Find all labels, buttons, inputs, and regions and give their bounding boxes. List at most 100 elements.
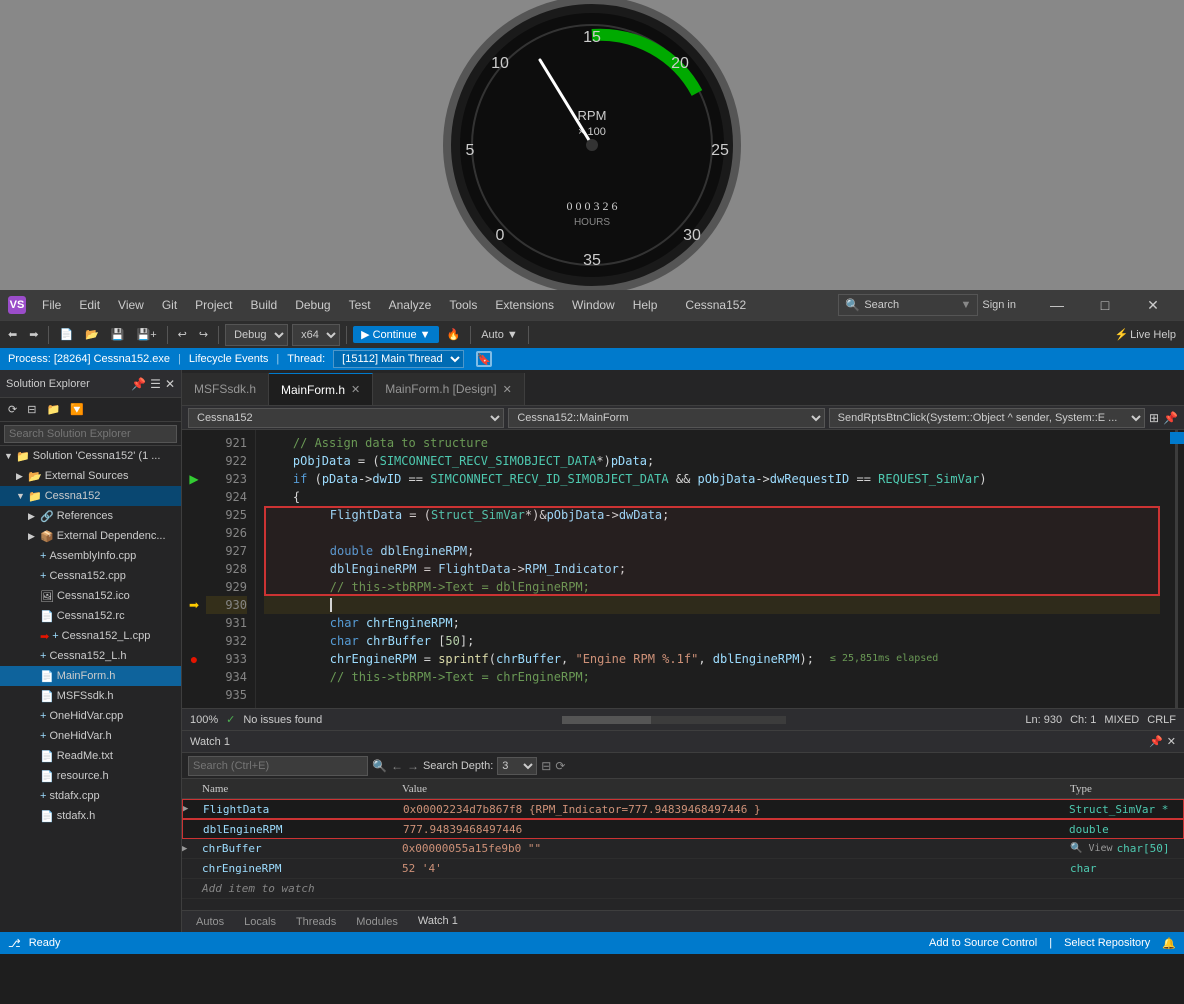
- signin-button[interactable]: Sign in: [982, 299, 1016, 311]
- tree-stdafx-h[interactable]: ▶ 📄 stdafx.h: [0, 806, 181, 826]
- tree-external-sources[interactable]: ▶ 📂 External Sources: [0, 466, 181, 486]
- menu-build[interactable]: Build: [243, 293, 286, 317]
- minimize-button[interactable]: —: [1034, 290, 1080, 320]
- tab-watch1[interactable]: Watch 1: [408, 911, 468, 933]
- maximize-button[interactable]: □: [1082, 290, 1128, 320]
- live-help-button[interactable]: ⚡ Live Help: [1110, 324, 1180, 346]
- thread-icon[interactable]: 🔖: [476, 351, 492, 367]
- menu-git[interactable]: Git: [154, 293, 185, 317]
- class-select[interactable]: Cessna152: [188, 408, 504, 428]
- notification-icon[interactable]: 🔔: [1162, 937, 1176, 950]
- tree-resource-h[interactable]: ▶ 📄 resource.h: [0, 766, 181, 786]
- arch-select[interactable]: x64: [292, 324, 340, 346]
- tree-cessna-lcpp[interactable]: ▶ ➡ + Cessna152_L.cpp: [0, 626, 181, 646]
- auto-dropdown[interactable]: Auto ▼: [477, 324, 522, 346]
- refresh-icon[interactable]: ⟳: [555, 759, 565, 773]
- tree-cessna-lh[interactable]: ▶ + Cessna152_L.h: [0, 646, 181, 666]
- tab-locals[interactable]: Locals: [234, 911, 286, 933]
- watch-add-label[interactable]: Add item to watch: [196, 880, 321, 897]
- add-source-button[interactable]: Add to Source Control: [929, 937, 1037, 949]
- continue-button[interactable]: ▶ Continue ▼: [353, 326, 438, 343]
- watch-add-item[interactable]: Add item to watch: [182, 879, 1184, 899]
- tree-ext-dep[interactable]: ▶ 📦 External Dependenc...: [0, 526, 181, 546]
- tab-mainform-design[interactable]: MainForm.h [Design] ✕: [373, 373, 525, 405]
- ref-icon: 🔗: [40, 510, 54, 523]
- watch-search-input[interactable]: [188, 756, 368, 776]
- forward-button[interactable]: ➡: [25, 324, 42, 346]
- tree-readme[interactable]: ▶ 📄 ReadMe.txt: [0, 746, 181, 766]
- nav-expand-icon[interactable]: ⊞: [1149, 411, 1159, 425]
- expand-arrow-1: ▶: [183, 804, 188, 814]
- menu-debug[interactable]: Debug: [287, 293, 338, 317]
- menu-test[interactable]: Test: [341, 293, 379, 317]
- watch-row-dblenginerpm[interactable]: dblEngineRPM 777.94839468497446 double: [182, 819, 1184, 839]
- undo-button[interactable]: ↩: [174, 324, 191, 346]
- watch-row-chrenginerpm[interactable]: chrEngineRPM 52 '4' char: [182, 859, 1184, 879]
- back-button[interactable]: ⬅: [4, 324, 21, 346]
- view-icon[interactable]: 🔍 View: [1070, 843, 1113, 854]
- menu-analyze[interactable]: Analyze: [381, 293, 440, 317]
- tree-msfssdk[interactable]: ▶ 📄 MSFSsdk.h: [0, 686, 181, 706]
- watch-search-icon[interactable]: 🔍: [372, 759, 387, 773]
- open-file-button[interactable]: 📂: [81, 324, 103, 346]
- save-all-button[interactable]: 💾+: [133, 324, 161, 346]
- save-button[interactable]: 💾: [107, 324, 129, 346]
- depth-select[interactable]: 3: [497, 757, 537, 775]
- collapse-all-button[interactable]: ⊟: [23, 399, 40, 421]
- tab-mainform-close[interactable]: ✕: [351, 383, 360, 396]
- scrollbar-track[interactable]: [562, 716, 786, 724]
- tab-threads[interactable]: Threads: [286, 911, 346, 933]
- filter-button[interactable]: 🔽: [66, 399, 88, 421]
- watch-row-flightdata[interactable]: ▶ FlightData 0x00002234d7b867f8 {RPM_Ind…: [182, 799, 1184, 819]
- tab-modules[interactable]: Modules: [346, 911, 408, 933]
- tab-autos[interactable]: Autos: [186, 911, 234, 933]
- watch-row-chrbuffer[interactable]: ▶ chrBuffer 0x00000055a15fe9b0 "" 🔍 View…: [182, 839, 1184, 859]
- watch-pin[interactable]: 📌: [1149, 735, 1163, 748]
- menu-window[interactable]: Window: [564, 293, 623, 317]
- search-box[interactable]: 🔍 Search ▼: [838, 294, 978, 316]
- nav-pin-icon[interactable]: 📌: [1163, 411, 1178, 425]
- hot-reload-button[interactable]: 🔥: [443, 324, 465, 346]
- sidebar-close-icon[interactable]: ✕: [165, 377, 175, 391]
- sidebar-pin-icon[interactable]: 📌: [131, 377, 146, 391]
- menu-extensions[interactable]: Extensions: [487, 293, 562, 317]
- tree-cessna152[interactable]: ▼ 📁 Cessna152: [0, 486, 181, 506]
- select-repo-button[interactable]: Select Repository: [1064, 937, 1150, 949]
- thread-select[interactable]: [15112] Main Thread: [333, 350, 464, 368]
- close-button[interactable]: ✕: [1130, 290, 1176, 320]
- menu-help[interactable]: Help: [625, 293, 666, 317]
- tree-cessna152cpp[interactable]: ▶ + Cessna152.cpp: [0, 566, 181, 586]
- sidebar-menu-icon[interactable]: ☰: [150, 377, 161, 391]
- tree-mainform-h[interactable]: ▶ 📄 MainForm.h: [0, 666, 181, 686]
- menu-file[interactable]: File: [34, 293, 69, 317]
- tab-mainform[interactable]: MainForm.h ✕: [269, 373, 373, 405]
- tree-stdafx-cpp[interactable]: ▶ + stdafx.cpp: [0, 786, 181, 806]
- tree-onehidvar-cpp[interactable]: ▶ + OneHidVar.cpp: [0, 706, 181, 726]
- handler-select[interactable]: SendRptsBtnClick(System::Object ^ sender…: [829, 408, 1145, 428]
- zoom-level[interactable]: 100%: [190, 714, 218, 726]
- member-select[interactable]: Cessna152::MainForm: [508, 408, 824, 428]
- menu-project[interactable]: Project: [187, 293, 240, 317]
- debug-mode-select[interactable]: Debug: [225, 324, 288, 346]
- filter-icon[interactable]: ⊟: [541, 759, 551, 773]
- sync-button[interactable]: ⟳: [4, 399, 21, 421]
- tab-msfssdk[interactable]: MSFSsdk.h: [182, 373, 269, 405]
- sidebar-search-input[interactable]: [4, 425, 177, 443]
- tree-cessna-ico[interactable]: ▶ 🖼 Cessna152.ico: [0, 586, 181, 606]
- menu-tools[interactable]: Tools: [441, 293, 485, 317]
- tree-cessna-rc[interactable]: ▶ 📄 Cessna152.rc: [0, 606, 181, 626]
- menu-edit[interactable]: Edit: [71, 293, 108, 317]
- menu-view[interactable]: View: [110, 293, 152, 317]
- watch-close[interactable]: ✕: [1167, 735, 1176, 748]
- tree-solution[interactable]: ▼ 📁 Solution 'Cessna152' (1 ...: [0, 446, 181, 466]
- new-file-button[interactable]: 📄: [55, 324, 77, 346]
- tree-onehidvar-h[interactable]: ▶ + OneHidVar.h: [0, 726, 181, 746]
- redo-button[interactable]: ↪: [195, 324, 212, 346]
- code-text-area[interactable]: // Assign data to structure pObjData = (…: [256, 430, 1168, 708]
- tree-assemblyinfo[interactable]: ▶ + AssemblyInfo.cpp: [0, 546, 181, 566]
- watch-forward[interactable]: →: [407, 759, 419, 773]
- watch-back[interactable]: ←: [391, 759, 403, 773]
- tab-design-close[interactable]: ✕: [503, 383, 512, 396]
- tree-references[interactable]: ▶ 🔗 References: [0, 506, 181, 526]
- show-files-button[interactable]: 📁: [42, 399, 64, 421]
